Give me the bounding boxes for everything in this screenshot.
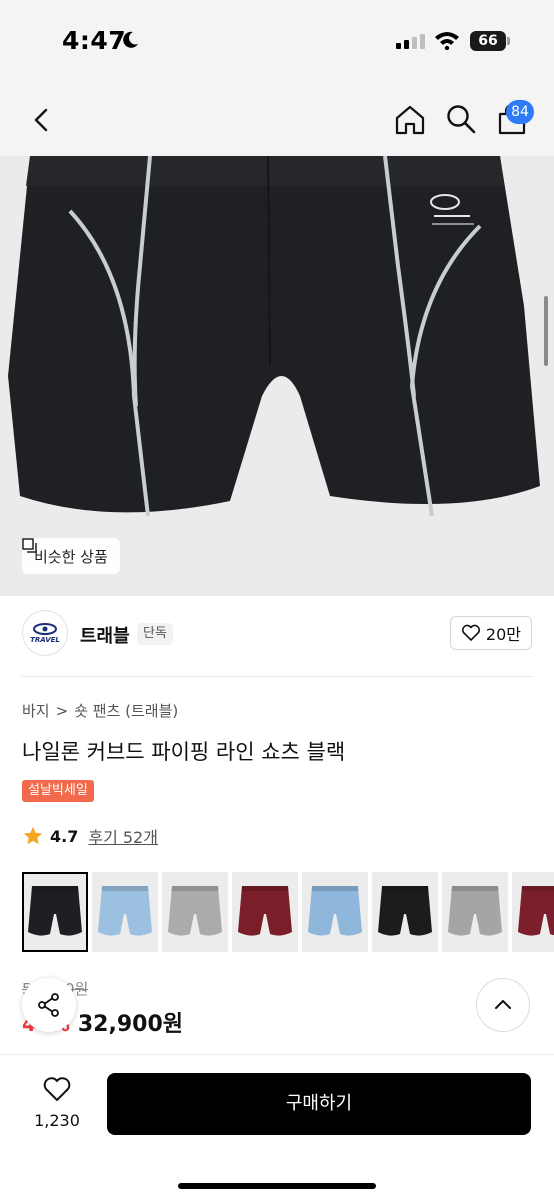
brand-like-count: 20만: [485, 625, 521, 644]
shorts-thumb-icon: [518, 886, 554, 936]
wishlist-count: 1,230: [34, 1111, 80, 1130]
scroll-top-button[interactable]: [476, 978, 530, 1032]
search-icon[interactable]: [444, 102, 478, 136]
color-thumbnail[interactable]: [232, 872, 298, 952]
color-thumbnail[interactable]: [92, 872, 158, 952]
rating-value: 4.7: [50, 826, 79, 846]
status-bar: 4:47 66: [0, 0, 554, 84]
breadcrumb-separator: >: [55, 701, 69, 720]
heart-icon: [43, 1077, 71, 1101]
breadcrumb: 바지 > 숏 팬츠 (트래블): [22, 700, 178, 721]
home-icon[interactable]: [392, 102, 428, 138]
brand-logo-mark: [33, 623, 57, 635]
product-image[interactable]: 비슷한 상품: [0, 156, 554, 596]
review-link[interactable]: 후기 52개: [88, 824, 158, 848]
color-thumbnail[interactable]: [442, 872, 508, 952]
exclusive-tag: 단독: [137, 623, 173, 645]
breadcrumb-subcategory[interactable]: 숏 팬츠 (트래블): [74, 700, 178, 721]
wishlist-button[interactable]: 1,230: [28, 1075, 86, 1130]
share-button[interactable]: [22, 978, 76, 1032]
brand-like-button[interactable]: 20만: [449, 616, 532, 650]
buy-button[interactable]: 구매하기: [107, 1073, 531, 1135]
shorts-thumb-icon: [168, 886, 222, 936]
sale-price: 32,900원: [77, 1012, 184, 1037]
shorts-thumb-icon: [378, 886, 432, 936]
product-title: 나일론 커브드 파이핑 라인 쇼츠 블랙: [22, 740, 346, 764]
similar-products-label: 비슷한 상품: [34, 547, 108, 566]
brand-logo-text: TRAVEL: [30, 636, 60, 644]
top-nav: [0, 84, 554, 156]
breadcrumb-category[interactable]: 바지: [22, 700, 50, 721]
divider: [22, 676, 532, 677]
shorts-thumb-icon: [308, 886, 362, 936]
color-thumbnails: [22, 872, 554, 956]
shorts-thumb-icon: [28, 886, 82, 936]
shorts-thumb-icon: [238, 886, 292, 936]
cart-count-badge: 84: [506, 100, 534, 124]
heart-icon: [461, 624, 480, 641]
sale-badge: 설날빅세일: [22, 780, 94, 802]
similar-icon: [22, 538, 37, 553]
brand-logo[interactable]: TRAVEL: [22, 610, 68, 656]
battery-cap: [507, 37, 510, 45]
shorts-thumb-icon: [448, 886, 502, 936]
chevron-up-icon: [495, 1000, 511, 1009]
battery-icon: 66: [470, 31, 506, 51]
similar-products-button[interactable]: 비슷한 상품: [22, 538, 120, 574]
brand-row: TRAVEL 트래블 단독 20만: [22, 610, 532, 660]
signal-icon: [396, 33, 425, 49]
color-thumbnail[interactable]: [162, 872, 228, 952]
shorts-thumb-icon: [98, 886, 152, 936]
star-icon: [23, 826, 43, 845]
color-thumbnail[interactable]: [372, 872, 438, 952]
rating-row: 4.7 후기 52개: [22, 824, 158, 848]
wifi-icon: [435, 32, 459, 50]
back-icon[interactable]: [26, 104, 58, 136]
bottom-bar: 1,230 구매하기: [0, 1054, 554, 1200]
color-thumbnail[interactable]: [22, 872, 88, 952]
status-time: 4:47: [62, 26, 127, 55]
brand-name[interactable]: 트래블: [80, 622, 130, 648]
home-indicator: [178, 1183, 376, 1189]
shorts-illustration: [8, 156, 540, 517]
color-thumbnail[interactable]: [302, 872, 368, 952]
scroll-indicator: [544, 296, 548, 366]
share-icon: [38, 993, 59, 1017]
moon-icon: [123, 31, 138, 48]
color-thumbnail[interactable]: [512, 872, 554, 952]
